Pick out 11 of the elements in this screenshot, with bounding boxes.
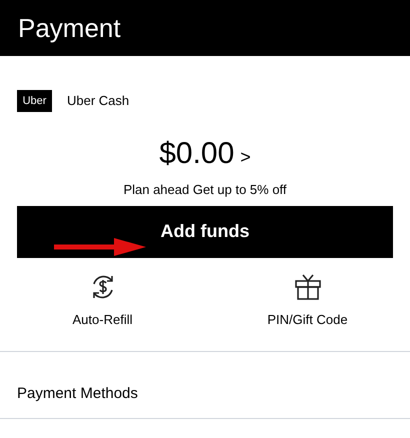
balance-amount: $0.00 — [159, 136, 234, 172]
page-title: Payment — [18, 12, 121, 44]
uber-logo: Uber — [17, 90, 52, 112]
auto-refill-button[interactable]: Auto-Refill — [0, 272, 205, 329]
gift-code-button[interactable]: PIN/Gift Code — [205, 272, 410, 329]
gift-icon — [292, 272, 322, 302]
uber-cash-label: Uber Cash — [67, 92, 130, 110]
add-funds-button[interactable]: Add funds — [17, 206, 393, 258]
section-title: Payment Methods — [17, 385, 138, 402]
promo-text: Plan ahead Get up to 5% off — [123, 181, 287, 199]
chevron-icon[interactable]: > — [240, 144, 251, 171]
